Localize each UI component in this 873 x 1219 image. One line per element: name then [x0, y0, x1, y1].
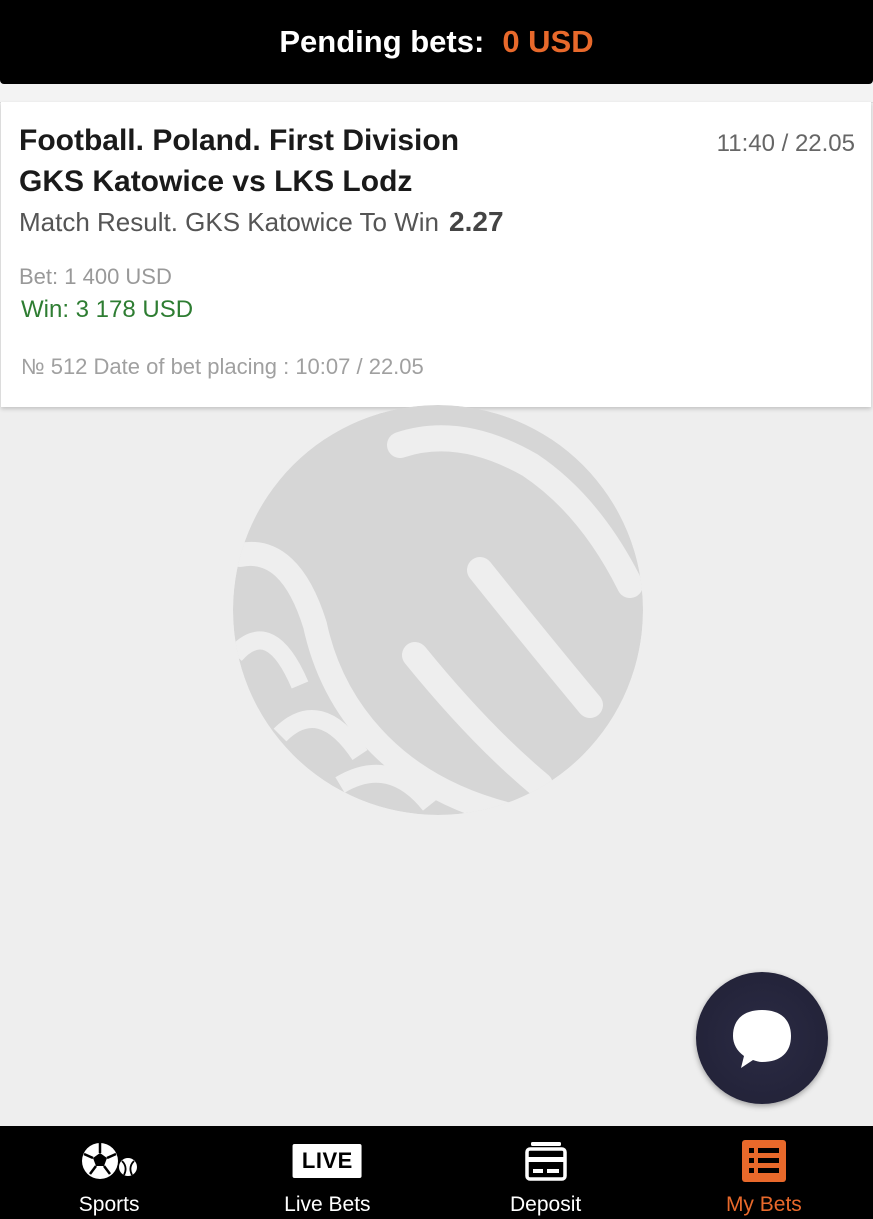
- nav-my-bets[interactable]: My Bets: [655, 1126, 873, 1219]
- pending-bets-label: Pending bets:: [279, 24, 485, 59]
- nav-sports[interactable]: Sports: [0, 1126, 218, 1219]
- bet-amount: Bet: 1 400 USD: [19, 264, 172, 289]
- deposit-card-icon: [524, 1140, 567, 1182]
- bet-meta: № 512 Date of bet placing : 10:07 / 22.0…: [21, 354, 424, 379]
- sports-ball-icon: [80, 1140, 138, 1182]
- bet-card[interactable]: Football. Poland. First Division GKS Kat…: [1, 102, 871, 407]
- win-amount: Win: 3 178 USD: [21, 296, 194, 323]
- bet-league: Football. Poland. First Division: [19, 124, 460, 157]
- bottom-navigation: Sports LIVE Live Bets Deposit My Bets: [0, 1126, 873, 1219]
- bet-match: GKS Katowice vs LKS Lodz: [19, 165, 413, 198]
- nav-live-bets[interactable]: LIVE Live Bets: [218, 1126, 436, 1219]
- live-badge: LIVE: [292, 1144, 362, 1178]
- nav-deposit-label: Deposit: [510, 1193, 582, 1216]
- list-icon: [741, 1140, 786, 1182]
- bet-event-time: 11:40 / 22.05: [716, 130, 855, 157]
- pending-bets-value: 0 USD: [502, 24, 594, 59]
- nav-deposit[interactable]: Deposit: [437, 1126, 655, 1219]
- bet-market: Match Result. GKS Katowice To Win 2.27: [19, 206, 504, 238]
- nav-sports-label: Sports: [78, 1193, 140, 1216]
- header-divider: [0, 84, 873, 103]
- nav-live-bets-label: Live Bets: [284, 1193, 371, 1216]
- bet-market-text: Match Result. GKS Katowice To Win: [19, 207, 440, 237]
- nav-my-bets-label: My Bets: [725, 1193, 802, 1216]
- ball-watermark-icon: [233, 405, 643, 815]
- live-icon: LIVE: [292, 1140, 362, 1182]
- chat-bubble-icon: [733, 1010, 791, 1068]
- chat-button[interactable]: [696, 972, 828, 1104]
- pending-bets-header: Pending bets: 0 USD: [0, 0, 873, 84]
- bet-odds: 2.27: [449, 206, 504, 237]
